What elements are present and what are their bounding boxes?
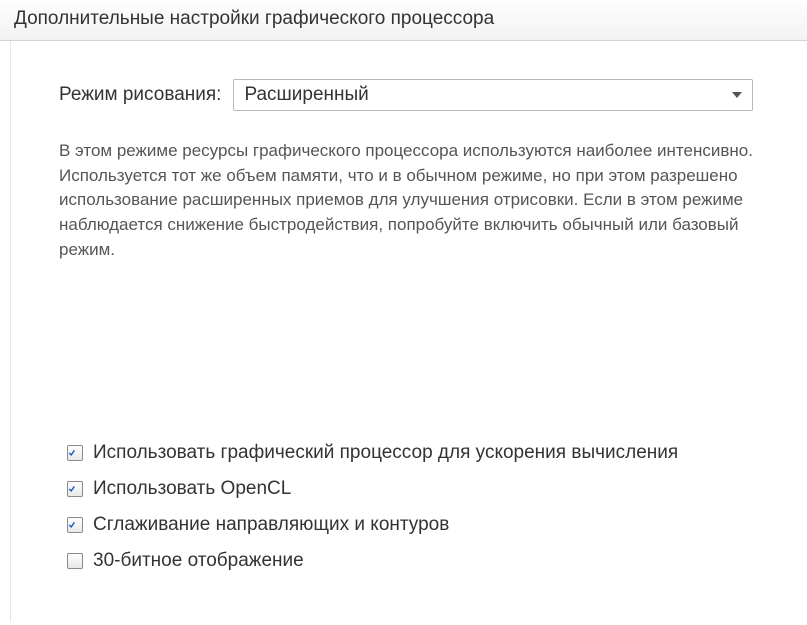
drawing-mode-dropdown[interactable]: Расширенный: [233, 79, 753, 111]
checkbox-box: [67, 445, 83, 461]
window-title: Дополнительные настройки графического пр…: [0, 0, 807, 41]
checkmark-icon: [68, 447, 76, 459]
checkbox-use-gpu-compute[interactable]: Использовать графический процессор для у…: [67, 442, 775, 464]
checkbox-box: [67, 553, 83, 569]
checkmark-icon: [68, 519, 76, 531]
gpu-settings-window: Дополнительные настройки графического пр…: [0, 0, 807, 625]
checkbox-label: Сглаживание направляющих и контуров: [93, 514, 449, 536]
drawing-mode-row: Режим рисования: Расширенный: [59, 79, 775, 111]
mode-description: В этом режиме ресурсы графического проце…: [59, 139, 775, 262]
drawing-mode-selected: Расширенный: [244, 84, 368, 106]
checkbox-box: [67, 481, 83, 497]
checkbox-label: Использовать графический процессор для у…: [93, 442, 678, 464]
checkbox-use-opencl[interactable]: Использовать OpenCL: [67, 478, 775, 500]
checkbox-antialias-guides[interactable]: Сглаживание направляющих и контуров: [67, 514, 775, 536]
checkbox-box: [67, 517, 83, 533]
drawing-mode-label: Режим рисования:: [59, 84, 221, 106]
checkbox-label: Использовать OpenCL: [93, 478, 291, 500]
chevron-down-icon: [732, 92, 742, 98]
checkbox-label: 30-битное отображение: [93, 550, 304, 572]
checkbox-30bit-display[interactable]: 30-битное отображение: [67, 550, 775, 572]
checkmark-icon: [68, 483, 76, 495]
content-area: Режим рисования: Расширенный В этом режи…: [10, 41, 803, 622]
options-group: Использовать графический процессор для у…: [67, 442, 775, 572]
